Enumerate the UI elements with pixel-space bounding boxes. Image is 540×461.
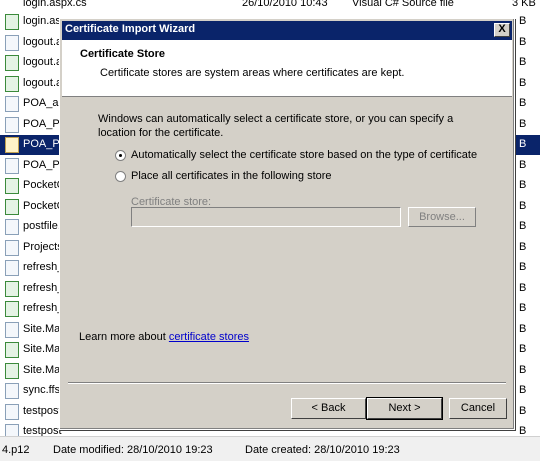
file-icon — [5, 260, 19, 276]
status-date-created: Date created: 28/10/2010 19:23 — [245, 444, 400, 456]
certificate-file-icon — [5, 137, 19, 153]
csharp-file-icon — [5, 198, 19, 215]
file-size: B — [519, 199, 527, 212]
file-size: B — [519, 56, 527, 68]
close-button[interactable]: X — [494, 23, 510, 37]
file-size: B — [519, 343, 527, 355]
title-bar[interactable]: Certificate Import Wizard X — [62, 21, 512, 40]
radio-auto-indicator[interactable] — [115, 150, 126, 161]
csharp-file-icon — [5, 301, 19, 317]
header-subtitle: Certificate stores are system areas wher… — [100, 67, 405, 79]
file-icon — [5, 157, 19, 174]
file-size: B — [519, 404, 527, 417]
file-size: B — [519, 384, 527, 396]
file-date: 26/10/2010 10:43 — [242, 0, 328, 9]
file-name: login.aspx.cs — [23, 0, 87, 9]
file-size: 3 KB — [512, 0, 536, 9]
browse-button[interactable]: Browse... — [408, 207, 476, 227]
status-date-modified: Date modified: 28/10/2010 19:23 — [53, 444, 213, 456]
certificate-stores-link[interactable]: certificate stores — [169, 331, 249, 343]
file-size: B — [519, 240, 527, 253]
file-size: B — [519, 302, 527, 314]
file-name: postfile. — [23, 220, 61, 232]
file-icon — [5, 321, 19, 338]
file-size: B — [519, 363, 527, 376]
file-size: B — [519, 281, 527, 294]
csharp-file-icon — [5, 75, 19, 92]
radio-manual-label[interactable]: Place all certificates in the following … — [131, 170, 332, 182]
file-row-top[interactable]: login.aspx.cs 26/10/2010 10:43 Visual C#… — [0, 0, 540, 11]
radio-auto-label[interactable]: Automatically select the certificate sto… — [131, 149, 477, 161]
csharp-file-icon — [5, 362, 19, 379]
file-size: B — [519, 261, 527, 273]
status-bar: 4.p12 Date modified: 28/10/2010 19:23 Da… — [0, 436, 540, 461]
cancel-button[interactable]: Cancel — [449, 398, 507, 419]
file-icon — [5, 239, 19, 256]
file-name: refresh_ — [23, 302, 64, 314]
separator — [68, 382, 506, 384]
status-filename: 4.p12 — [2, 444, 30, 456]
back-button[interactable]: < Back — [291, 398, 366, 419]
file-name: testpost — [23, 404, 62, 417]
file-icon — [5, 383, 19, 399]
certificate-store-field[interactable] — [131, 207, 401, 227]
file-icon — [5, 403, 19, 420]
wizard-header: Certificate Store Certificate stores are… — [62, 40, 512, 97]
header-title: Certificate Store — [80, 48, 165, 60]
dialog-title: Certificate Import Wizard — [65, 23, 196, 35]
file-name: logout.a — [23, 56, 63, 68]
csharp-file-icon — [5, 342, 19, 358]
file-size: B — [519, 322, 527, 335]
file-icon — [5, 219, 19, 235]
learn-more-text: Learn more about certificate stores — [79, 331, 249, 343]
file-size: B — [519, 76, 527, 89]
file-name: sync.ffs — [23, 384, 61, 396]
csharp-file-icon — [5, 14, 19, 30]
file-type: Visual C# Source file — [352, 0, 454, 9]
file-size: B — [519, 117, 527, 130]
learn-more-prefix: Learn more about — [79, 331, 169, 343]
certificate-import-wizard-dialog: Certificate Import Wizard X Certificate … — [59, 18, 515, 430]
file-name: refresh_ — [23, 261, 64, 273]
file-size: B — [519, 97, 527, 109]
file-size: B — [519, 138, 527, 150]
file-name: logout.a — [23, 76, 63, 89]
file-size: B — [519, 220, 527, 232]
file-size: B — [519, 35, 527, 48]
file-icon — [5, 96, 19, 112]
file-size: B — [519, 179, 527, 191]
csharp-file-icon — [5, 55, 19, 71]
file-icon — [5, 34, 19, 51]
file-name: logout.a — [23, 35, 63, 48]
file-name: refresh_ — [23, 281, 64, 294]
csharp-file-icon — [5, 280, 19, 297]
next-button[interactable]: Next > — [366, 397, 443, 420]
file-size: B — [519, 15, 527, 27]
csharp-file-icon — [5, 178, 19, 194]
file-size: B — [519, 158, 527, 171]
intro-text: Windows can automatically select a certi… — [98, 113, 454, 139]
file-name: Projects — [23, 240, 63, 253]
radio-manual-indicator[interactable] — [115, 171, 126, 182]
file-icon — [5, 116, 19, 133]
